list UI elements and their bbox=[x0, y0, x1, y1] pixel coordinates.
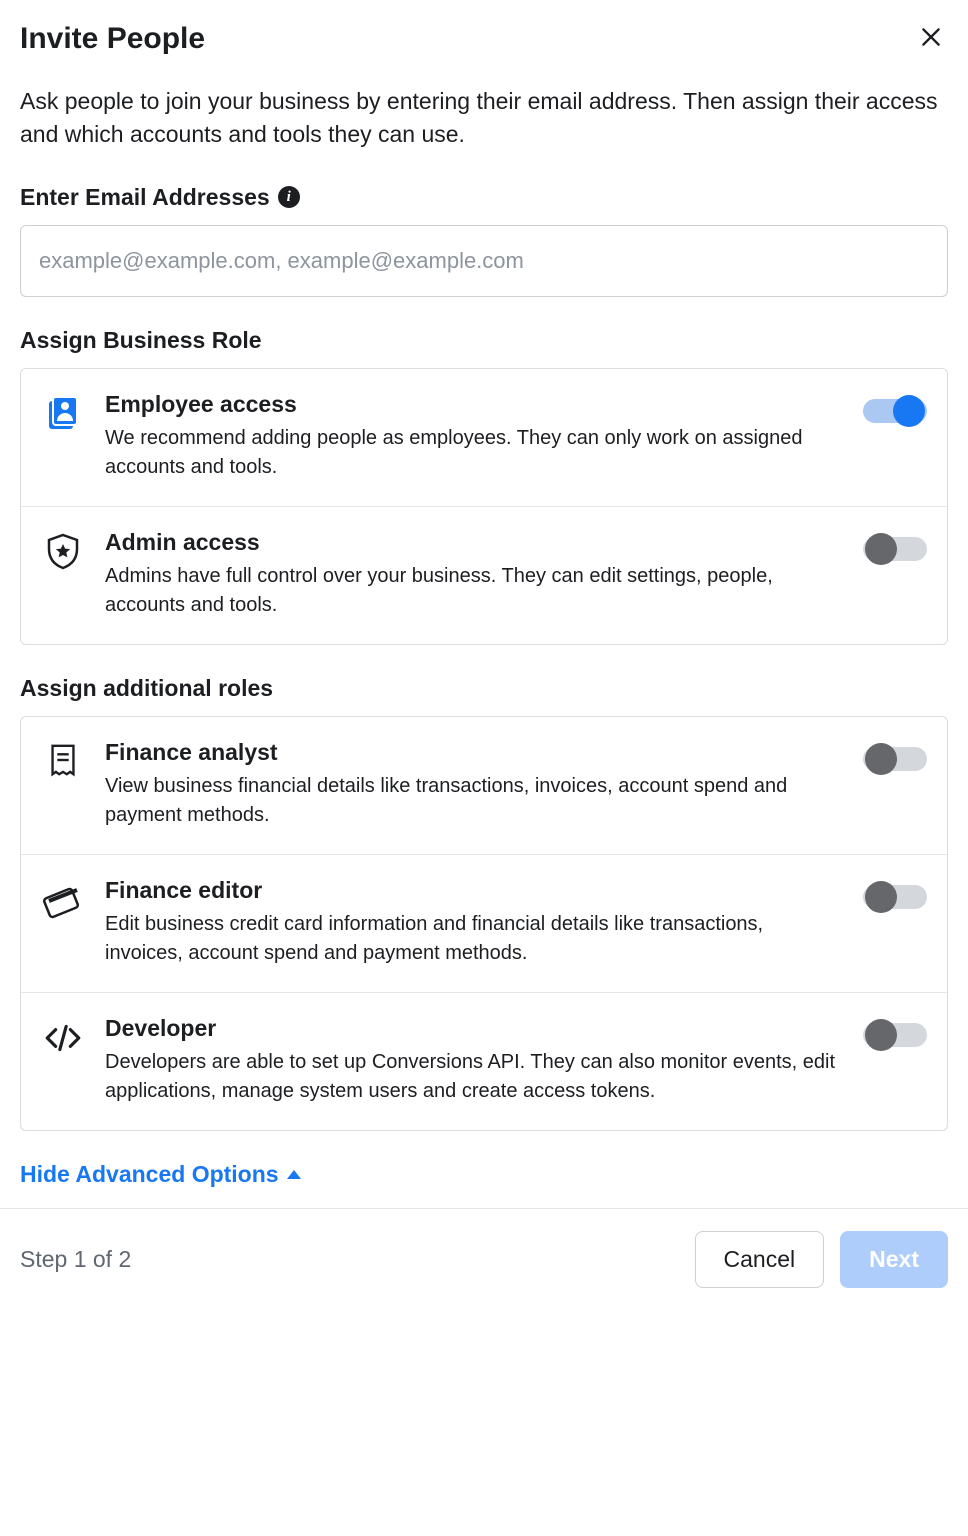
email-input[interactable] bbox=[20, 225, 948, 297]
additional-roles-panel: Finance analyst View business financial … bbox=[20, 716, 948, 1131]
role-developer: Developer Developers are able to set up … bbox=[21, 992, 947, 1130]
receipt-icon bbox=[41, 739, 85, 779]
modal-description: Ask people to join your business by ente… bbox=[20, 85, 948, 152]
cancel-button[interactable]: Cancel bbox=[695, 1231, 825, 1288]
role-desc: We recommend adding people as employees.… bbox=[105, 424, 843, 482]
additional-roles-label: Assign additional roles bbox=[20, 675, 948, 702]
business-role-label: Assign Business Role bbox=[20, 327, 948, 354]
email-label-text: Enter Email Addresses bbox=[20, 184, 270, 211]
role-title: Finance editor bbox=[105, 877, 843, 904]
hide-advanced-options-link[interactable]: Hide Advanced Options bbox=[20, 1161, 301, 1188]
credit-card-icon bbox=[41, 877, 85, 919]
toggle-finance-analyst[interactable] bbox=[863, 741, 927, 777]
step-indicator: Step 1 of 2 bbox=[20, 1246, 131, 1273]
toggle-employee-access[interactable] bbox=[863, 393, 927, 429]
next-button[interactable]: Next bbox=[840, 1231, 948, 1288]
modal-title: Invite People bbox=[20, 22, 205, 56]
role-admin-access: Admin access Admins have full control ov… bbox=[21, 506, 947, 644]
toggle-developer[interactable] bbox=[863, 1017, 927, 1053]
admin-shield-icon bbox=[41, 529, 85, 571]
close-icon bbox=[918, 38, 944, 53]
role-employee-access: Employee access We recommend adding peop… bbox=[21, 369, 947, 506]
caret-up-icon bbox=[287, 1170, 301, 1179]
business-role-panel: Employee access We recommend adding peop… bbox=[20, 368, 948, 645]
toggle-admin-access[interactable] bbox=[863, 531, 927, 567]
role-desc: View business financial details like tra… bbox=[105, 772, 843, 830]
role-title: Developer bbox=[105, 1015, 843, 1042]
employee-icon bbox=[41, 391, 85, 433]
email-section-label: Enter Email Addresses i bbox=[20, 184, 948, 211]
advanced-link-text: Hide Advanced Options bbox=[20, 1161, 279, 1188]
role-title: Admin access bbox=[105, 529, 843, 556]
role-desc: Edit business credit card information an… bbox=[105, 910, 843, 968]
toggle-finance-editor[interactable] bbox=[863, 879, 927, 915]
invite-people-modal: Invite People Ask people to join your bu… bbox=[0, 0, 968, 1208]
role-finance-editor: Finance editor Edit business credit card… bbox=[21, 854, 947, 992]
close-button[interactable] bbox=[914, 20, 948, 57]
role-title: Finance analyst bbox=[105, 739, 843, 766]
role-desc: Developers are able to set up Conversion… bbox=[105, 1048, 843, 1106]
role-finance-analyst: Finance analyst View business financial … bbox=[21, 717, 947, 854]
role-desc: Admins have full control over your busin… bbox=[105, 562, 843, 620]
modal-footer: Step 1 of 2 Cancel Next bbox=[0, 1208, 968, 1316]
info-icon[interactable]: i bbox=[278, 186, 300, 208]
code-icon bbox=[41, 1015, 85, 1059]
modal-header: Invite People bbox=[20, 20, 948, 57]
role-title: Employee access bbox=[105, 391, 843, 418]
